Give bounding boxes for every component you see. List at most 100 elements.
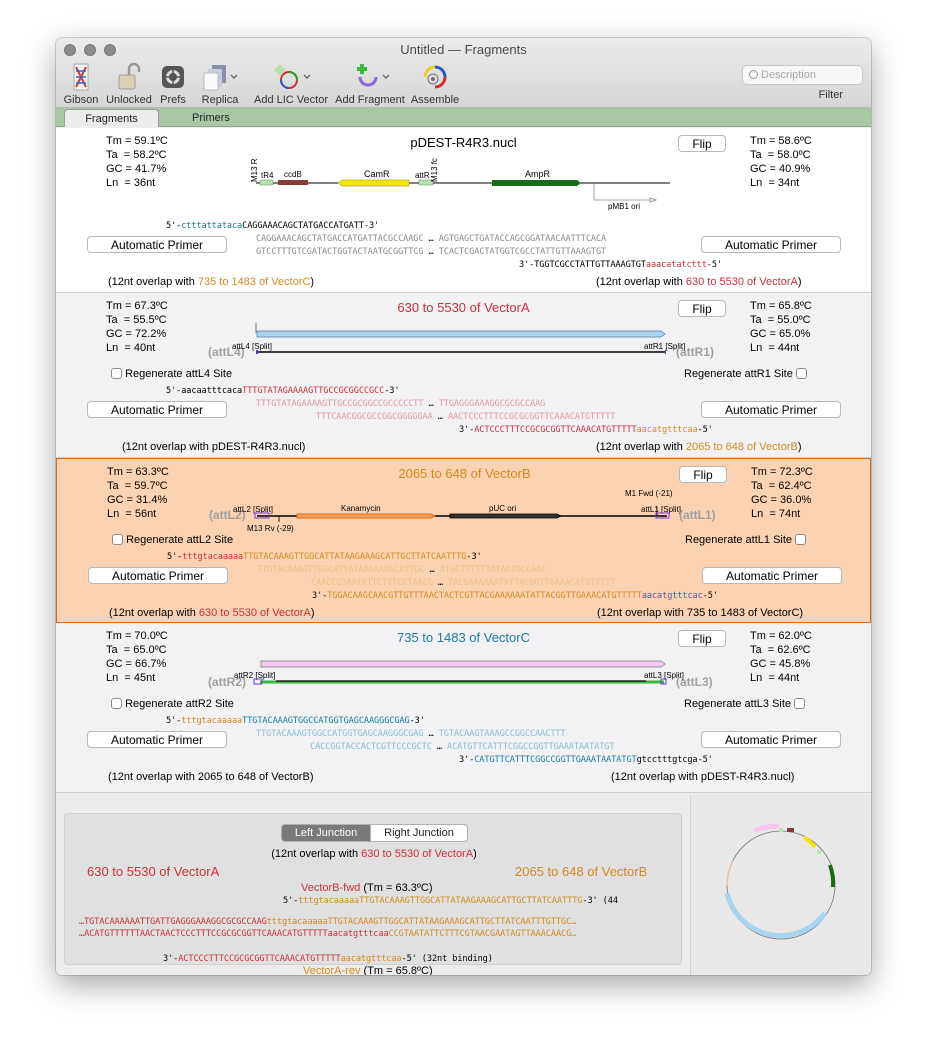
left-site-label: attR2 [Split] — [234, 671, 275, 680]
left-overlap-text: (12nt overlap with pDEST-R4R3.nucl) — [122, 441, 306, 453]
forward-primer-seq[interactable]: 5'-ctttattatacaCAGGAAACAGCTATGACCATGATT-… — [166, 221, 379, 231]
feature-ampr — [492, 180, 581, 186]
regenerate-left-site[interactable]: Regenerate attL4 Site — [111, 368, 232, 380]
bottom-strand-seq: CACCGGTACCACTCGTTCCCGCTC … ACATGTTCATTTC… — [310, 742, 615, 752]
junction-right-fragment: 2065 to 648 of VectorB — [515, 864, 648, 879]
fragment-map[interactable]: (attR2) attR2 [Split] attL3 [Split] (att… — [206, 651, 726, 691]
forward-primer-seq[interactable]: 5'-tttgtacaaaaaTTGTACAAAGTGGCCATGGTGAGCA… — [166, 716, 425, 726]
segment-left-junction[interactable]: Left Junction — [281, 824, 371, 842]
arc-vectora — [724, 892, 828, 939]
right-primer-stats: Tm = 58.6ºC Ta = 58.0ºC GC = 40.9% Ln = 34n… — [750, 135, 812, 189]
regenerate-right-site[interactable]: Regenerate attR1 Site — [684, 368, 807, 380]
add-fragment-button[interactable]: Add Fragment — [334, 62, 406, 106]
search-icon — [749, 70, 758, 79]
regenerate-right-checkbox[interactable] — [795, 368, 807, 379]
assembly-minimap[interactable] — [690, 795, 871, 975]
fragment-panel-selected[interactable]: Tm = 63.3ºC Ta = 59.7ºC GC = 31.4% Ln = 56n… — [56, 458, 871, 623]
left-automatic-primer-button[interactable]: Automatic Primer — [87, 731, 227, 748]
junction-top-strand: …TGTACAAAAAATTGATTGAGGGAAAGGCGCGCCAAGttt… — [79, 917, 577, 927]
app-window: Untitled — Fragments Gibson Unlocked Pre… — [56, 38, 871, 975]
feature-m13rv-label: M13 Rv (-29) — [247, 524, 294, 533]
assemble-button[interactable]: Assemble — [408, 62, 462, 106]
top-strand-seq: TTTGTATAGAAAAGTTGCCGCGGCCGCCCCCTT … TTGA… — [256, 399, 546, 409]
add-lic-vector-label: Add LIC Vector — [254, 94, 328, 106]
right-ghost-site: (attR1) — [676, 345, 714, 359]
left-automatic-primer-button[interactable]: Automatic Primer — [87, 236, 227, 253]
left-overlap-text: (12nt overlap with 630 to 5530 of Vector… — [109, 607, 315, 619]
tab-primers[interactable]: Primers — [166, 109, 256, 127]
regenerate-left-checkbox[interactable] — [111, 368, 122, 379]
tab-fragments[interactable]: Fragments — [64, 109, 159, 127]
right-automatic-primer-button[interactable]: Automatic Primer — [701, 401, 841, 418]
unlocked-label: Unlocked — [106, 94, 152, 106]
feature-camr — [337, 179, 410, 187]
left-automatic-primer-button[interactable]: Automatic Primer — [87, 401, 227, 418]
regenerate-right-site[interactable]: Regenerate attL1 Site — [685, 534, 807, 546]
add-fragment-icon — [357, 64, 390, 87]
unlocked-button[interactable]: Unlocked — [104, 62, 154, 106]
bottom-strand-seq: GTCCTTTGTCGATACTGGTACTAATGCGGTTCG … TCAC… — [256, 247, 607, 257]
regenerate-left-checkbox[interactable] — [111, 698, 122, 709]
flip-button[interactable]: Flip — [678, 135, 726, 152]
reverse-primer-seq[interactable]: 3'-TGGACAAGCAACGTTGTTTAACTACTCGTTACGAAAA… — [312, 591, 718, 601]
flip-button[interactable]: Flip — [678, 630, 726, 647]
fragment-panel[interactable]: Tm = 59.1ºC Ta = 58.2ºC GC = 41.7% Ln = 36n… — [56, 128, 871, 293]
bottom-strand-seq: TTTCAACGGCGCCGGCGGGGGAA … AACTCCCTTTCCGC… — [316, 412, 616, 422]
right-ghost-site: (attL3) — [676, 675, 713, 689]
fragment-map[interactable]: M13 R tR4 ccdB CamR attR M13 fc AmpR pMB… — [242, 148, 682, 213]
feature-vectora-span — [256, 330, 666, 338]
search-field[interactable]: Description — [742, 65, 863, 85]
regenerate-right-site[interactable]: Regenerate attL3 Site — [684, 698, 806, 710]
fragment-panel[interactable]: Tm = 70.0ºC Ta = 65.0ºC GC = 66.7% Ln = 45n… — [56, 623, 871, 793]
segment-right-junction[interactable]: Right Junction — [370, 824, 468, 842]
prefs-button[interactable]: Prefs — [156, 62, 190, 106]
unlocked-padlock-icon — [118, 63, 141, 90]
right-automatic-primer-button[interactable]: Automatic Primer — [701, 236, 841, 253]
gibson-button[interactable]: Gibson — [62, 62, 100, 106]
right-primer-stats: Tm = 62.0ºC Ta = 62.6ºC GC = 45.8% Ln = 44n… — [750, 630, 812, 684]
junction-bottom-strand: …ACATGTTTTTTAACTAACTCCCTTTCCGCGCGGTTCAAA… — [79, 929, 577, 939]
top-strand-seq: TTGTACAAAGTTGGCATTATAAGAAAGCATTGC … ATGC… — [257, 565, 547, 575]
junction-viewer: Left Junction Right Junction (12nt overl… — [56, 795, 871, 975]
left-overlap-text: (12nt overlap with 2065 to 648 of Vector… — [108, 771, 314, 783]
forward-primer-name[interactable]: VectorB-fwd (Tm = 63.3ºC) — [301, 882, 432, 894]
forward-primer-seq[interactable]: 5'-aacaatttcacaTTTGTATAGAAAAGTTGCCGCGGCC… — [166, 386, 400, 396]
reverse-primer-name[interactable]: VectorA-rev (Tm = 65.8ºC) — [303, 965, 433, 975]
forward-primer-seq[interactable]: 5'-tttgtacaaaaaTTGTACAAAGTTGGCATTATAAGAA… — [167, 552, 482, 562]
regenerate-left-site[interactable]: Regenerate attR2 Site — [111, 698, 234, 710]
right-overlap-text: (12nt overlap with 630 to 5530 of Vector… — [596, 276, 802, 288]
gibson-icon — [73, 63, 89, 91]
left-site-label: attL4 [Split] — [232, 342, 272, 351]
regenerate-left-site[interactable]: Regenerate attL2 Site — [112, 534, 233, 546]
feature-vectorc-span — [260, 660, 666, 668]
junction-overlap-text: (12nt overlap with 630 to 5530 of Vector… — [271, 848, 477, 860]
flip-button[interactable]: Flip — [678, 300, 726, 317]
feature-ccdb — [278, 180, 308, 185]
fragment-map[interactable]: (attL4) attL4 [Split] attR1 [Split] (att… — [206, 321, 726, 361]
circular-map — [724, 823, 836, 940]
left-automatic-primer-button[interactable]: Automatic Primer — [88, 567, 228, 584]
reverse-primer-seq[interactable]: 3'-ACTCCCTTTCCGCGCGGTTCAAACATGTTTTTaacat… — [459, 425, 713, 435]
right-automatic-primer-button[interactable]: Automatic Primer — [702, 567, 842, 584]
reverse-primer-seq[interactable]: 3'-CATGTTCATTTCGGCCGGTTGAAATAATATGTgtcct… — [459, 755, 713, 765]
regenerate-left-checkbox[interactable] — [112, 534, 123, 545]
feature-m13r-label: M13 R — [250, 158, 259, 182]
replica-button[interactable]: Replica — [198, 62, 242, 106]
gibson-label: Gibson — [63, 94, 99, 106]
filter-label: Filter — [818, 89, 843, 101]
regenerate-right-checkbox[interactable] — [795, 534, 807, 545]
window-title: Untitled — Fragments — [400, 42, 527, 57]
marker-tr4 — [779, 828, 783, 832]
right-overlap-text: (12nt overlap with 735 to 1483 of Vector… — [597, 607, 804, 619]
arc-ampr — [828, 864, 836, 888]
junction-forward-primer-seq: 5'-tttgtacaaaaaTTGTACAAAGTTGGCATTATAAGAA… — [283, 896, 618, 906]
reverse-primer-seq[interactable]: 3'-TGGTCGCCTATTGTTAAAGTGTaaacatatcttt-5' — [519, 260, 722, 270]
assemble-label: Assemble — [410, 94, 460, 106]
right-automatic-primer-button[interactable]: Automatic Primer — [701, 731, 841, 748]
feature-ccdb-label: ccdB — [284, 170, 302, 179]
top-strand-seq: TTGTACAAAGTGGCCATGGTGAGCAAGGGCGAG … TGTA… — [256, 729, 566, 739]
regenerate-right-checkbox[interactable] — [794, 698, 806, 709]
fragment-panel[interactable]: Tm = 67.3ºC Ta = 55.5ºC GC = 72.2% Ln = 40n… — [56, 293, 871, 458]
fragment-map[interactable]: (attL2) attL2 [Split] M13 Rv (-29) Kanam… — [207, 481, 727, 541]
add-lic-vector-button[interactable]: Add LIC Vector — [254, 62, 328, 106]
